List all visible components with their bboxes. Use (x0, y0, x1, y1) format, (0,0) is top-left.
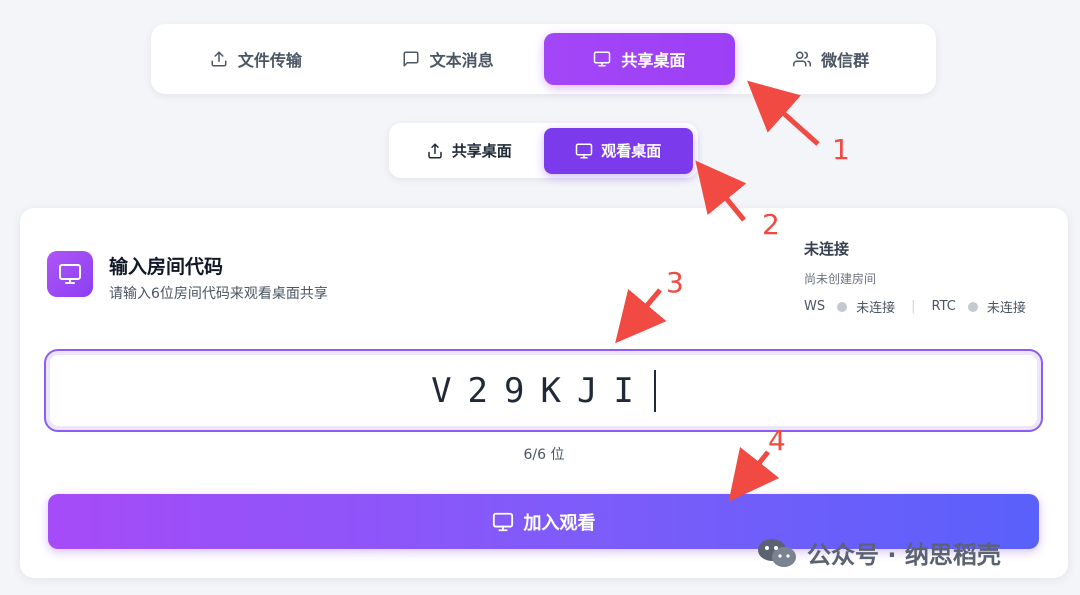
tab-label: 微信群 (821, 51, 870, 70)
status-title: 未连接 (804, 240, 850, 258)
status-separator: | (911, 299, 916, 314)
subtab-label: 共享桌面 (451, 142, 512, 160)
annotation-arrow-1 (747, 80, 820, 146)
sub-tab-bar: 共享桌面 观看桌面 (389, 123, 698, 178)
card-subtitle: 请输入6位房间代码来观看桌面共享 (109, 286, 328, 302)
upload-icon (426, 142, 444, 160)
join-button-label: 加入观看 (523, 512, 596, 534)
ws-state: 未连接 (856, 301, 896, 316)
wechat-icon (757, 537, 797, 569)
annotation-number-4: 4 (768, 424, 786, 457)
watermark-text: 公众号 · 纳思稻壳 (807, 541, 1001, 569)
monitor-icon (593, 50, 611, 68)
ws-status-dot (837, 301, 848, 312)
subtab-view-desktop[interactable]: 观看桌面 (543, 127, 693, 174)
ws-label: WS (804, 299, 826, 314)
rtc-state: 未连接 (986, 301, 1026, 316)
monitor-icon (575, 142, 593, 160)
status-subtitle: 尚未创建房间 (804, 272, 877, 286)
monitor-icon (492, 511, 514, 533)
subtab-share-desktop[interactable]: 共享桌面 (394, 128, 544, 174)
monitor-icon (47, 251, 93, 297)
tab-label: 共享桌面 (621, 51, 686, 70)
tab-text-message[interactable]: 文本消息 (352, 33, 544, 85)
tab-label: 文本消息 (429, 51, 494, 70)
main-tab-bar: 文件传输 文本消息 共享桌面 微信群 (151, 24, 936, 94)
tab-wechat-group[interactable]: 微信群 (735, 33, 927, 85)
room-code-value: V29KJI (431, 370, 650, 411)
users-icon (793, 50, 812, 68)
annotation-number-1: 1 (832, 133, 850, 166)
code-length-counter: 6/6 位 (523, 447, 565, 463)
upload-icon (210, 50, 228, 68)
room-code-input[interactable]: V29KJI (44, 349, 1043, 432)
subtab-label: 观看桌面 (601, 142, 662, 160)
watermark: 公众号 · 纳思稻壳 (757, 535, 1001, 570)
annotation-number-2: 2 (762, 208, 780, 241)
text-caret (653, 369, 656, 412)
card-title: 输入房间代码 (109, 256, 224, 278)
annotation-number-3: 3 (666, 266, 684, 299)
message-icon (402, 50, 420, 68)
tab-file-transfer[interactable]: 文件传输 (160, 33, 352, 85)
rtc-status-dot (967, 301, 978, 312)
tab-label: 文件传输 (237, 51, 302, 70)
rtc-label: RTC (931, 299, 956, 314)
tab-share-desktop[interactable]: 共享桌面 (543, 33, 736, 85)
status-row: WS 未连接 | RTC 未连接 (804, 297, 1040, 316)
join-room-card: 输入房间代码 请输入6位房间代码来观看桌面共享 未连接 尚未创建房间 WS 未连… (20, 208, 1068, 578)
